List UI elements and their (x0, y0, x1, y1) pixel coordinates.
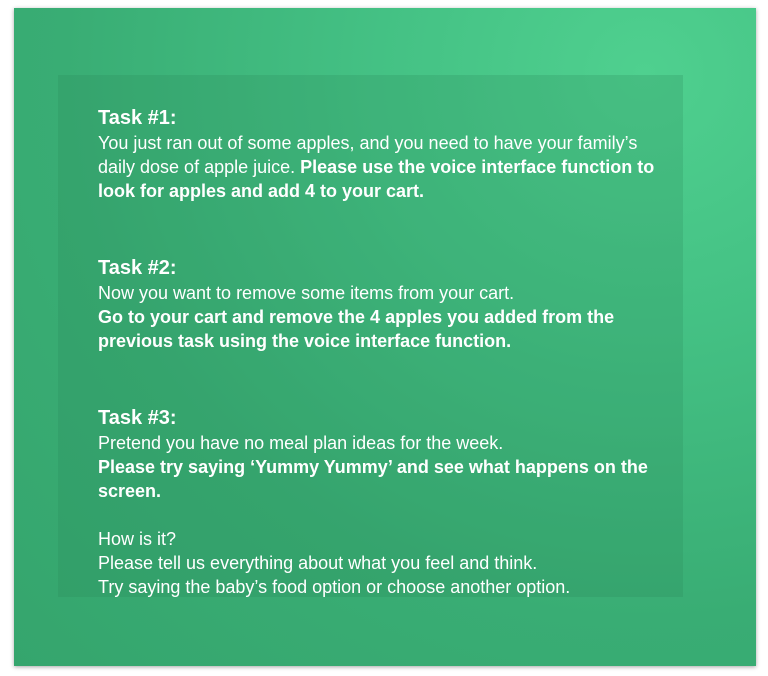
task-list: Task #1: You just ran out of some apples… (98, 105, 678, 599)
task-3-title: Task #3: (98, 407, 177, 429)
task-3: Task #3: Pretend you have no meal plan i… (98, 405, 678, 599)
feedback-question: How is it? (98, 529, 177, 549)
feedback-prompt: How is it? Please tell us everything abo… (98, 527, 678, 599)
task-1-title: Task #1: (98, 107, 177, 129)
task-2: Task #2: Now you want to remove some ite… (98, 255, 678, 353)
feedback-line-2: Try saying the baby’s food option or cho… (98, 577, 571, 597)
task-3-instruction: Please try saying ‘Yummy Yummy’ and see … (98, 457, 648, 501)
task-1: Task #1: You just ran out of some apples… (98, 105, 678, 203)
task-2-title: Task #2: (98, 257, 177, 279)
task-2-text: Now you want to remove some items from y… (98, 283, 515, 303)
feedback-line-1: Please tell us everything about what you… (98, 553, 538, 573)
task-3-text: Pretend you have no meal plan ideas for … (98, 433, 504, 453)
task-2-instruction: Go to your cart and remove the 4 apples … (98, 307, 615, 351)
